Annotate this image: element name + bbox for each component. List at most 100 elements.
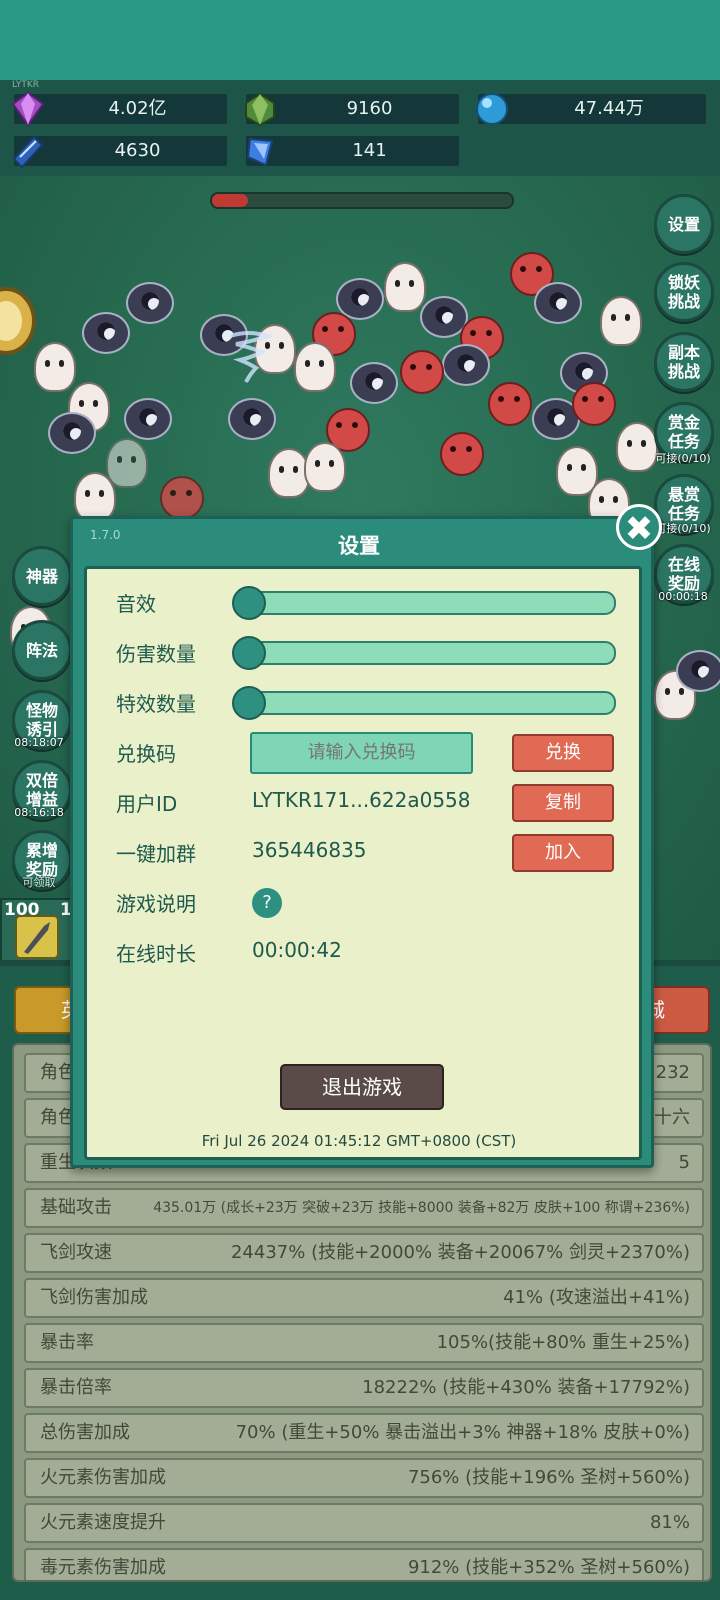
accum-reward-status: 可领取 [22, 876, 56, 889]
damage-count-slider[interactable] [232, 636, 616, 670]
skill-level: 100 [4, 900, 40, 920]
wave-progress-bar [210, 192, 514, 209]
stat-row: 飞剑攻速 24437% (技能+2000% 装备+20067% 剑灵+2370%) [24, 1233, 704, 1273]
ghost-monster [294, 342, 336, 392]
dungeon-challenge-label: 副本挑战 [667, 343, 700, 381]
game-help-label: 游戏说明 [116, 892, 196, 916]
redeem-button[interactable]: 兑换 [512, 734, 614, 772]
resource-blue-book: 4630 [12, 135, 227, 169]
ghost-monster [304, 442, 346, 492]
user-id-value: LYTKR171...622a0558 [252, 788, 471, 812]
formation-label: 阵法 [25, 640, 58, 660]
settings-button[interactable]: 设置 [654, 194, 714, 254]
stat-value: 5 [678, 1152, 690, 1173]
exit-game-button[interactable]: 退出游戏 [280, 1064, 444, 1110]
settings-label: 设置 [667, 214, 700, 234]
effects-count-slider-knob[interactable] [232, 686, 266, 720]
eye-monster [228, 398, 276, 440]
eye-monster [676, 650, 720, 692]
stat-value: 232 [655, 1062, 690, 1083]
copy-button[interactable]: 复制 [512, 784, 614, 822]
redeem-code-label: 兑换码 [116, 742, 176, 766]
stat-row: 毒元素伤害加成 912% (技能+352% 圣树+560%) [24, 1548, 704, 1580]
ghost-monster [384, 262, 426, 312]
top-banner [0, 0, 720, 80]
stat-row: 火元素伤害加成 756% (技能+196% 圣树+560%) [24, 1458, 704, 1498]
formation-button[interactable]: 阵法 [12, 620, 72, 680]
sound-label: 音效 [116, 592, 156, 616]
portal-icon [0, 287, 36, 355]
artifact-label: 神器 [25, 566, 58, 586]
stat-row: 火元素速度提升 81% [24, 1503, 704, 1543]
bounty-task-count: 可接(0/10) [655, 452, 711, 465]
stat-value: 24437% (技能+2000% 装备+20067% 剑灵+2370%) [230, 1242, 690, 1263]
artifact-button[interactable]: 神器 [12, 546, 72, 606]
stat-label: 暴击倍率 [40, 1377, 112, 1398]
stat-row: 基础攻击 435.01万 (成长+23万 突破+23万 技能+8000 装备+82… [24, 1188, 704, 1228]
reward-task-label: 悬赏任务 [667, 485, 700, 523]
eye-monster [534, 282, 582, 324]
double-boost-timer: 08:16:18 [14, 806, 64, 819]
blue-shard-icon [246, 137, 274, 167]
resource-green-crystal: 9160 [245, 92, 459, 127]
purple-gem-icon [11, 91, 45, 127]
monster-lure-label: 怪物诱引 [25, 701, 58, 739]
stat-label: 火元素速度提升 [40, 1512, 166, 1533]
group-number-value: 365446835 [252, 838, 367, 862]
ghost-monster [106, 438, 148, 488]
dialog-title: 设置 [338, 534, 380, 558]
stat-value: 756% (技能+196% 圣树+560%) [407, 1467, 690, 1488]
eye-monster [48, 412, 96, 454]
imp-monster [160, 476, 204, 520]
resource-purple-gem: 4.02亿 [11, 91, 227, 127]
resource-value: 4.02亿 [108, 98, 167, 119]
green-crystal-icon [245, 92, 275, 127]
flying-sword-icon [15, 915, 59, 959]
stat-label: 火元素伤害加成 [40, 1467, 166, 1488]
damage-count-slider-knob[interactable] [232, 636, 266, 670]
effects-count-slider[interactable] [232, 686, 616, 720]
resource-blue-orb: 47.44万 [476, 93, 706, 125]
tornado-effect-icon [229, 331, 272, 383]
stat-value: 81% [649, 1512, 690, 1533]
eye-monster [124, 398, 172, 440]
timestamp-label: Fri Jul 26 2024 01:45:12 GMT+0800 (CST) [201, 1132, 517, 1150]
effects-count-label: 特效数量 [116, 692, 196, 716]
stat-value: 912% (技能+352% 圣树+560%) [407, 1557, 690, 1578]
stat-label: 毒元素伤害加成 [40, 1557, 166, 1578]
demon-challenge-button[interactable]: 锁妖挑战 [654, 262, 714, 322]
hud-tag: LYTKR [12, 80, 39, 90]
resource-value: 4630 [114, 140, 161, 161]
stat-value: 18222% (技能+430% 装备+17792%) [362, 1377, 690, 1398]
resource-value: 141 [352, 140, 387, 161]
monster-lure-timer: 08:18:07 [14, 736, 64, 749]
imp-monster [400, 350, 444, 394]
demon-challenge-label: 锁妖挑战 [667, 273, 700, 311]
user-id-label: 用户ID [116, 792, 178, 816]
online-reward-label: 在线奖励 [667, 555, 700, 593]
stat-value: 70% (重生+50% 暴击溢出+3% 神器+18% 皮肤+0%) [235, 1422, 690, 1443]
question-icon: ? [262, 892, 272, 913]
double-boost-label: 双倍增益 [25, 771, 58, 809]
stat-label: 基础攻击 [40, 1197, 112, 1218]
sound-slider[interactable] [232, 586, 616, 620]
stat-value: 41% (攻速溢出+41%) [503, 1287, 690, 1308]
stat-value: 105%(技能+80% 重生+25%) [436, 1332, 690, 1353]
stat-label: 飞剑攻速 [40, 1242, 112, 1263]
skill-slot[interactable]: 100 1 [0, 898, 74, 966]
stat-value: 435.01万 (成长+23万 突破+23万 技能+8000 装备+82万 皮肤… [153, 1200, 690, 1216]
dungeon-challenge-button[interactable]: 副本挑战 [654, 332, 714, 392]
online-reward-timer: 00:00:18 [658, 590, 708, 603]
close-button[interactable]: ✖ [616, 504, 662, 550]
online-time-value: 00:00:42 [252, 938, 342, 962]
imp-monster [488, 382, 532, 426]
help-button[interactable]: ? [252, 888, 282, 918]
ghost-monster [74, 472, 116, 522]
damage-count-label: 伤害数量 [116, 642, 196, 666]
imp-monster [572, 382, 616, 426]
stat-row: 总伤害加成 70% (重生+50% 暴击溢出+3% 神器+18% 皮肤+0%) [24, 1413, 704, 1453]
sound-slider-knob[interactable] [232, 586, 266, 620]
join-button[interactable]: 加入 [512, 834, 614, 872]
redeem-code-input[interactable] [250, 732, 473, 774]
online-time-label: 在线时长 [116, 942, 196, 966]
